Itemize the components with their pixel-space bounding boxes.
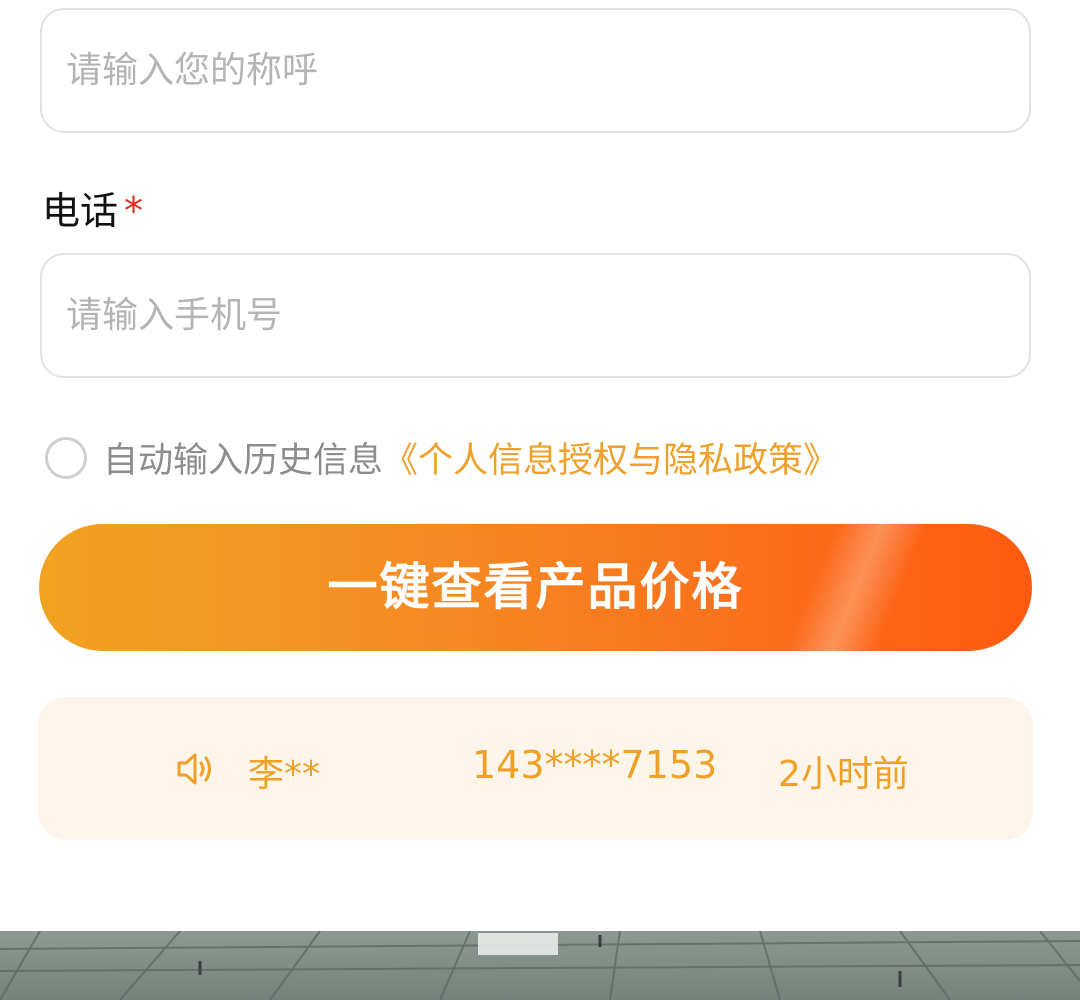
phone-label: 电话 *: [42, 180, 143, 235]
name-input[interactable]: [42, 10, 1029, 131]
consent-row: 自动输入历史信息 《个人信息授权与隐私政策》: [45, 432, 838, 483]
phone-label-text: 电话: [42, 189, 119, 233]
recent-inquiry-ticker: 李** 143****7153 2小时前: [38, 697, 1033, 840]
speaker-icon: [177, 753, 211, 785]
view-price-button[interactable]: 一键查看产品价格: [39, 524, 1032, 651]
privacy-policy-link[interactable]: 《个人信息授权与隐私政策》: [383, 432, 838, 483]
office-ceiling-photo: [0, 930, 1080, 1000]
phone-input[interactable]: [42, 255, 1029, 376]
name-field[interactable]: [40, 8, 1031, 133]
consent-radio[interactable]: [45, 436, 87, 479]
ticker-phone: 143****7153: [472, 743, 718, 787]
phone-field[interactable]: [40, 253, 1031, 378]
ceiling-grid: [0, 930, 1080, 1000]
view-price-button-label: 一键查看产品价格: [327, 559, 744, 615]
consent-text: 自动输入历史信息: [103, 441, 384, 481]
required-mark: *: [124, 189, 144, 233]
ticker-time: 2小时前: [778, 754, 909, 795]
ticker-name: 李**: [248, 754, 321, 795]
